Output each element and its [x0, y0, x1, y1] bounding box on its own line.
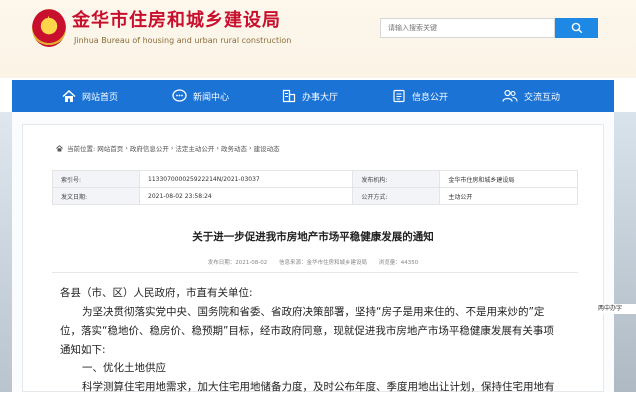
nav-item-interact[interactable]: 交流互动 — [502, 80, 560, 112]
document-icon — [393, 89, 405, 103]
breadcrumb-separator: › — [249, 144, 252, 152]
meta-index-value: 113307000025922214N/2021-03037 — [138, 170, 354, 188]
meta-public-label: 公开方式: — [352, 187, 441, 205]
main-nav: 网站首页 新闻中心 办事大厅 信息公开 交流互动 — [12, 80, 614, 112]
nav-item-label: 新闻中心 — [193, 92, 230, 103]
breadcrumb-link[interactable]: 法定主动公开 — [175, 143, 214, 153]
side-float-tag[interactable]: 两中办字 — [596, 304, 636, 314]
article-salutation: 各县（市、区）人民政府，市直有关单位: — [60, 287, 253, 299]
nav-item-label: 信息公开 — [412, 92, 449, 103]
table-row: 发文日期: 2021-08-02 23:58:24 公开方式: 主动公开 — [52, 187, 578, 205]
search-input[interactable] — [380, 18, 555, 38]
breadcrumb-separator: › — [125, 144, 128, 152]
article-info: 发布日期：2021-08-02 信息来源：金华市住房和城乡建设局 浏览量：443… — [22, 258, 604, 266]
nav-item-info[interactable]: 信息公开 — [392, 80, 448, 112]
breadcrumb: 当前位置: 网站首页 › 政府信息公开 › 法定主动公开 › 政务动态 › 建设… — [56, 143, 280, 153]
article-paragraph-line: 为坚决贯彻落实党中央、国务院和省委、省政府决策部署，坚持“房子是用来住的、不是用… — [82, 306, 545, 318]
document-meta-table: 索引号: 113307000025922214N/2021-03037 发布机构… — [52, 170, 578, 205]
meta-public-value: 主动公开 — [439, 187, 578, 205]
background-scenery-left — [0, 112, 12, 392]
breadcrumb-link[interactable]: 建设动态 — [254, 143, 280, 153]
breadcrumb-link[interactable]: 网站首页 — [97, 143, 123, 153]
site-title: 金华市住房和城乡建设局 — [72, 10, 281, 31]
nav-item-news[interactable]: 新闻中心 — [172, 80, 229, 112]
emblem-star-icon: ★ — [44, 15, 53, 26]
article-source: 信息来源：金华市住房和城乡建设局 — [278, 260, 367, 266]
nav-item-home[interactable]: 网站首页 — [62, 80, 118, 112]
article-title: 关于进一步促进我市房地产市场平稳健康发展的通知 — [192, 231, 434, 243]
meta-date-value: 2021-08-02 23:58:24 — [138, 187, 354, 205]
building-icon — [282, 89, 296, 103]
search-icon — [571, 22, 582, 34]
article-views: 浏览量：44350 — [378, 260, 419, 266]
background-scenery-right — [614, 112, 636, 392]
nav-item-services[interactable]: 办事大厅 — [282, 80, 338, 112]
meta-org-value: 金华市住房和城乡建设局 — [439, 170, 578, 188]
meta-date-label: 发文日期: — [52, 187, 140, 205]
article-published: 发布日期：2021-08-02 — [207, 260, 268, 266]
breadcrumb-link[interactable]: 政府信息公开 — [130, 143, 169, 153]
nav-item-label: 网站首页 — [82, 92, 119, 103]
meta-index-label: 索引号: — [52, 170, 140, 188]
article-paragraph-line: 通知如下: — [60, 344, 106, 356]
home-icon — [62, 89, 76, 102]
breadcrumb-link[interactable]: 政务动态 — [221, 143, 247, 153]
nav-item-label: 办事大厅 — [302, 92, 339, 103]
breadcrumb-separator: › — [216, 144, 220, 152]
site-subtitle: Jinhua Bureau of housing and urban rural… — [74, 36, 292, 45]
article-section-heading: 一、优化土地供应 — [82, 362, 166, 374]
chat-icon — [172, 89, 187, 102]
meta-org-label: 发布机构: — [352, 170, 441, 188]
location-home-icon — [56, 144, 63, 151]
divider — [52, 272, 578, 273]
breadcrumb-prefix: 当前位置: — [67, 145, 96, 153]
users-icon — [502, 89, 518, 102]
nav-item-label: 交流互动 — [524, 92, 561, 103]
breadcrumb-separator: › — [170, 144, 174, 152]
article-paragraph-line: 科学测算住宅用地需求，加大住宅用地储备力度，及时公布年度、季度用地出让计划，保持… — [82, 381, 555, 393]
article-paragraph-line: 位，落实“稳地价、稳房价、稳预期”目标，经市政府同意，现就促进我市房地产市场平稳… — [60, 325, 554, 337]
table-row: 索引号: 113307000025922214N/2021-03037 发布机构… — [52, 170, 578, 188]
search-button[interactable] — [555, 18, 598, 38]
